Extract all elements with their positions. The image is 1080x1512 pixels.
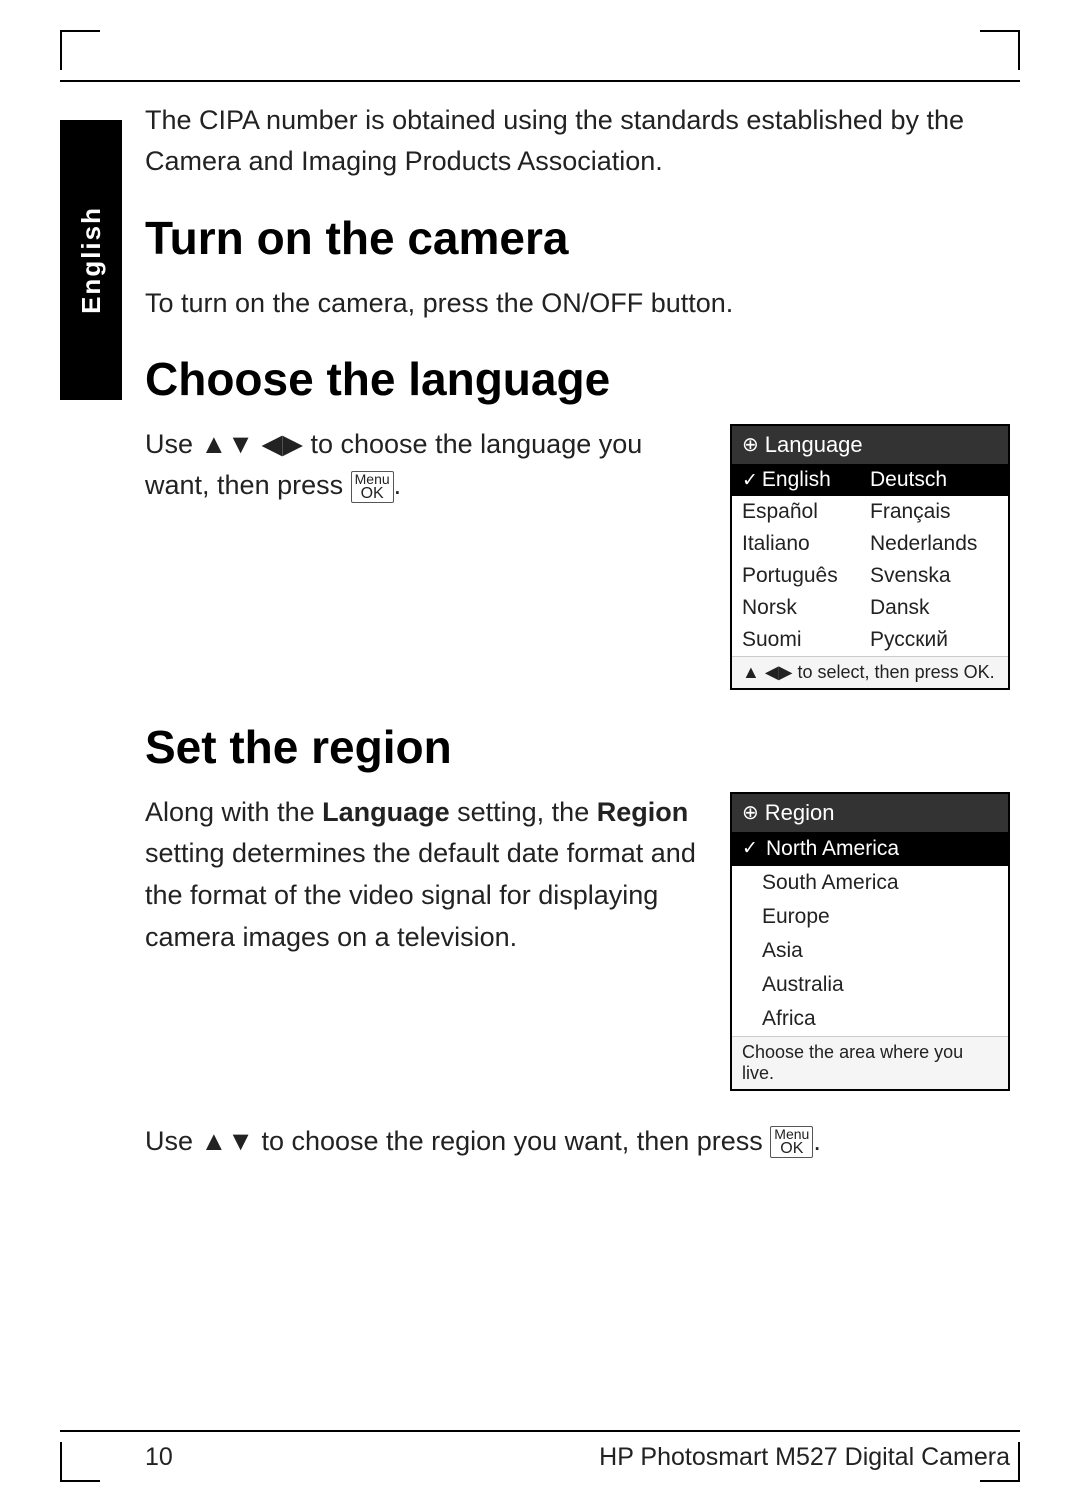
corner-bl-horizontal (60, 1480, 100, 1482)
lang-col-left-4: Norsk (742, 596, 870, 620)
region-row-5: Africa (732, 1002, 1008, 1036)
region-label-1: South America (762, 871, 899, 895)
globe-icon-lang: ⊕ (742, 432, 759, 457)
sidebar-tab: English (60, 120, 122, 400)
corner-tr-horizontal (980, 30, 1020, 32)
lang-row-3: Português Svenska (732, 560, 1008, 592)
lang-col-left-1: Español (742, 500, 870, 524)
region-row-3: Asia (732, 934, 1008, 968)
bottom-rule (60, 1430, 1020, 1432)
intro-text: The CIPA number is obtained using the st… (145, 100, 1010, 181)
region-widget: ⊕ Region ✓ North America South America E… (730, 792, 1010, 1091)
top-rule (60, 80, 1020, 82)
lang-col-left-0: ✓English (742, 468, 870, 492)
language-widget-body: ✓English Deutsch Español Français Italia… (732, 464, 1008, 656)
region-label-2: Europe (762, 905, 830, 929)
language-widget-title: Language (765, 432, 863, 458)
page-number: 10 (145, 1443, 173, 1472)
corner-tl-horizontal (60, 30, 100, 32)
main-content: The CIPA number is obtained using the st… (145, 100, 1010, 1412)
language-widget-footer: ▲ ◀▶ to select, then press OK. (732, 656, 1008, 688)
region-row-4: Australia (732, 968, 1008, 1002)
region-label-4: Australia (762, 973, 844, 997)
section2-text: Use ▲▼ ◀▶ to choose the language you wan… (145, 424, 700, 508)
lang-col-left-3: Português (742, 564, 870, 588)
product-name: HP Photosmart M527 Digital Camera (599, 1443, 1010, 1472)
sidebar-label: English (76, 206, 107, 314)
section2-row: Use ▲▼ ◀▶ to choose the language you wan… (145, 424, 1010, 690)
check-icon-0: ✓ (742, 470, 758, 491)
lang-col-right-2: Nederlands (870, 532, 998, 556)
language-widget-header: ⊕ Language (732, 426, 1008, 464)
section3-text: Along with the Language setting, the Reg… (145, 792, 700, 959)
lang-col-left-5: Suomi (742, 628, 870, 652)
lang-col-right-4: Dansk (870, 596, 998, 620)
corner-br-vertical (1018, 1442, 1020, 1482)
region-widget-header: ⊕ Region (732, 794, 1008, 832)
lang-row-5: Suomi Русский (732, 624, 1008, 656)
page-footer: 10 HP Photosmart M527 Digital Camera (145, 1443, 1010, 1472)
corner-tr-vertical (1018, 30, 1020, 70)
region-widget-body: ✓ North America South America Europe Asi… (732, 832, 1008, 1036)
lang-col-right-1: Français (870, 500, 998, 524)
region-widget-title: Region (765, 800, 835, 826)
corner-br-horizontal (980, 1480, 1020, 1482)
menu-ok-key-1: MenuOK (351, 471, 394, 503)
region-label-3: Asia (762, 939, 803, 963)
globe-icon-region: ⊕ (742, 800, 759, 825)
language-widget: ⊕ Language ✓English Deutsch Español Fran… (730, 424, 1010, 690)
lang-bold: Language (322, 797, 450, 827)
section3-instruction: Use ▲▼ to choose the region you want, th… (145, 1121, 1010, 1163)
section3-body: Along with the Language setting, the Reg… (145, 792, 700, 959)
lang-col-right-3: Svenska (870, 564, 998, 588)
region-row-0: ✓ North America (732, 832, 1008, 866)
region-check-icon: ✓ (742, 837, 762, 860)
lang-col-right-5: Русский (870, 628, 998, 652)
section2-heading: Choose the language (145, 352, 1010, 406)
region-bold: Region (597, 797, 689, 827)
corner-bl-vertical (60, 1442, 62, 1482)
lang-col-right-0: Deutsch (870, 468, 998, 492)
region-label-5: Africa (762, 1007, 816, 1031)
region-widget-footer: Choose the area where you live. (732, 1036, 1008, 1089)
lang-row-4: Norsk Dansk (732, 592, 1008, 624)
region-label-0: North America (766, 837, 899, 861)
menu-ok-key-2: MenuOK (770, 1126, 813, 1158)
lang-row-2: Italiano Nederlands (732, 528, 1008, 560)
lang-col-left-2: Italiano (742, 532, 870, 556)
corner-tl-vertical (60, 30, 62, 70)
section1-body: To turn on the camera, press the ON/OFF … (145, 283, 1010, 324)
region-row-2: Europe (732, 900, 1008, 934)
section3-heading: Set the region (145, 720, 1010, 774)
lang-row-1: Español Français (732, 496, 1008, 528)
section2-text-line1: Use ▲▼ ◀▶ to choose the language you wan… (145, 424, 700, 508)
section1-heading: Turn on the camera (145, 211, 1010, 265)
section3-row: Along with the Language setting, the Reg… (145, 792, 1010, 1091)
region-row-1: South America (732, 866, 1008, 900)
lang-row-0: ✓English Deutsch (732, 464, 1008, 496)
